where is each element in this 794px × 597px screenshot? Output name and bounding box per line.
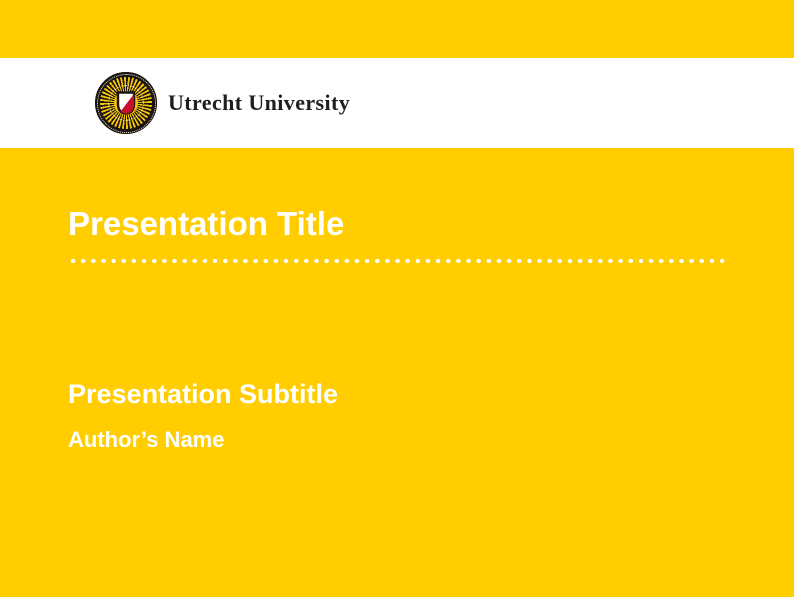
university-wordmark: Utrecht University <box>168 58 350 148</box>
title-slide: Utrecht University Presentation Title Pr… <box>0 0 794 597</box>
logo-band: Utrecht University <box>0 58 794 148</box>
utrecht-shield-icon <box>116 91 136 115</box>
presentation-subtitle: Presentation Subtitle <box>68 380 338 410</box>
presentation-title: Presentation Title <box>68 206 344 242</box>
author-name: Author’s Name <box>68 428 224 452</box>
dotted-divider <box>68 258 728 264</box>
utrecht-university-sun-seal-icon <box>95 72 157 134</box>
